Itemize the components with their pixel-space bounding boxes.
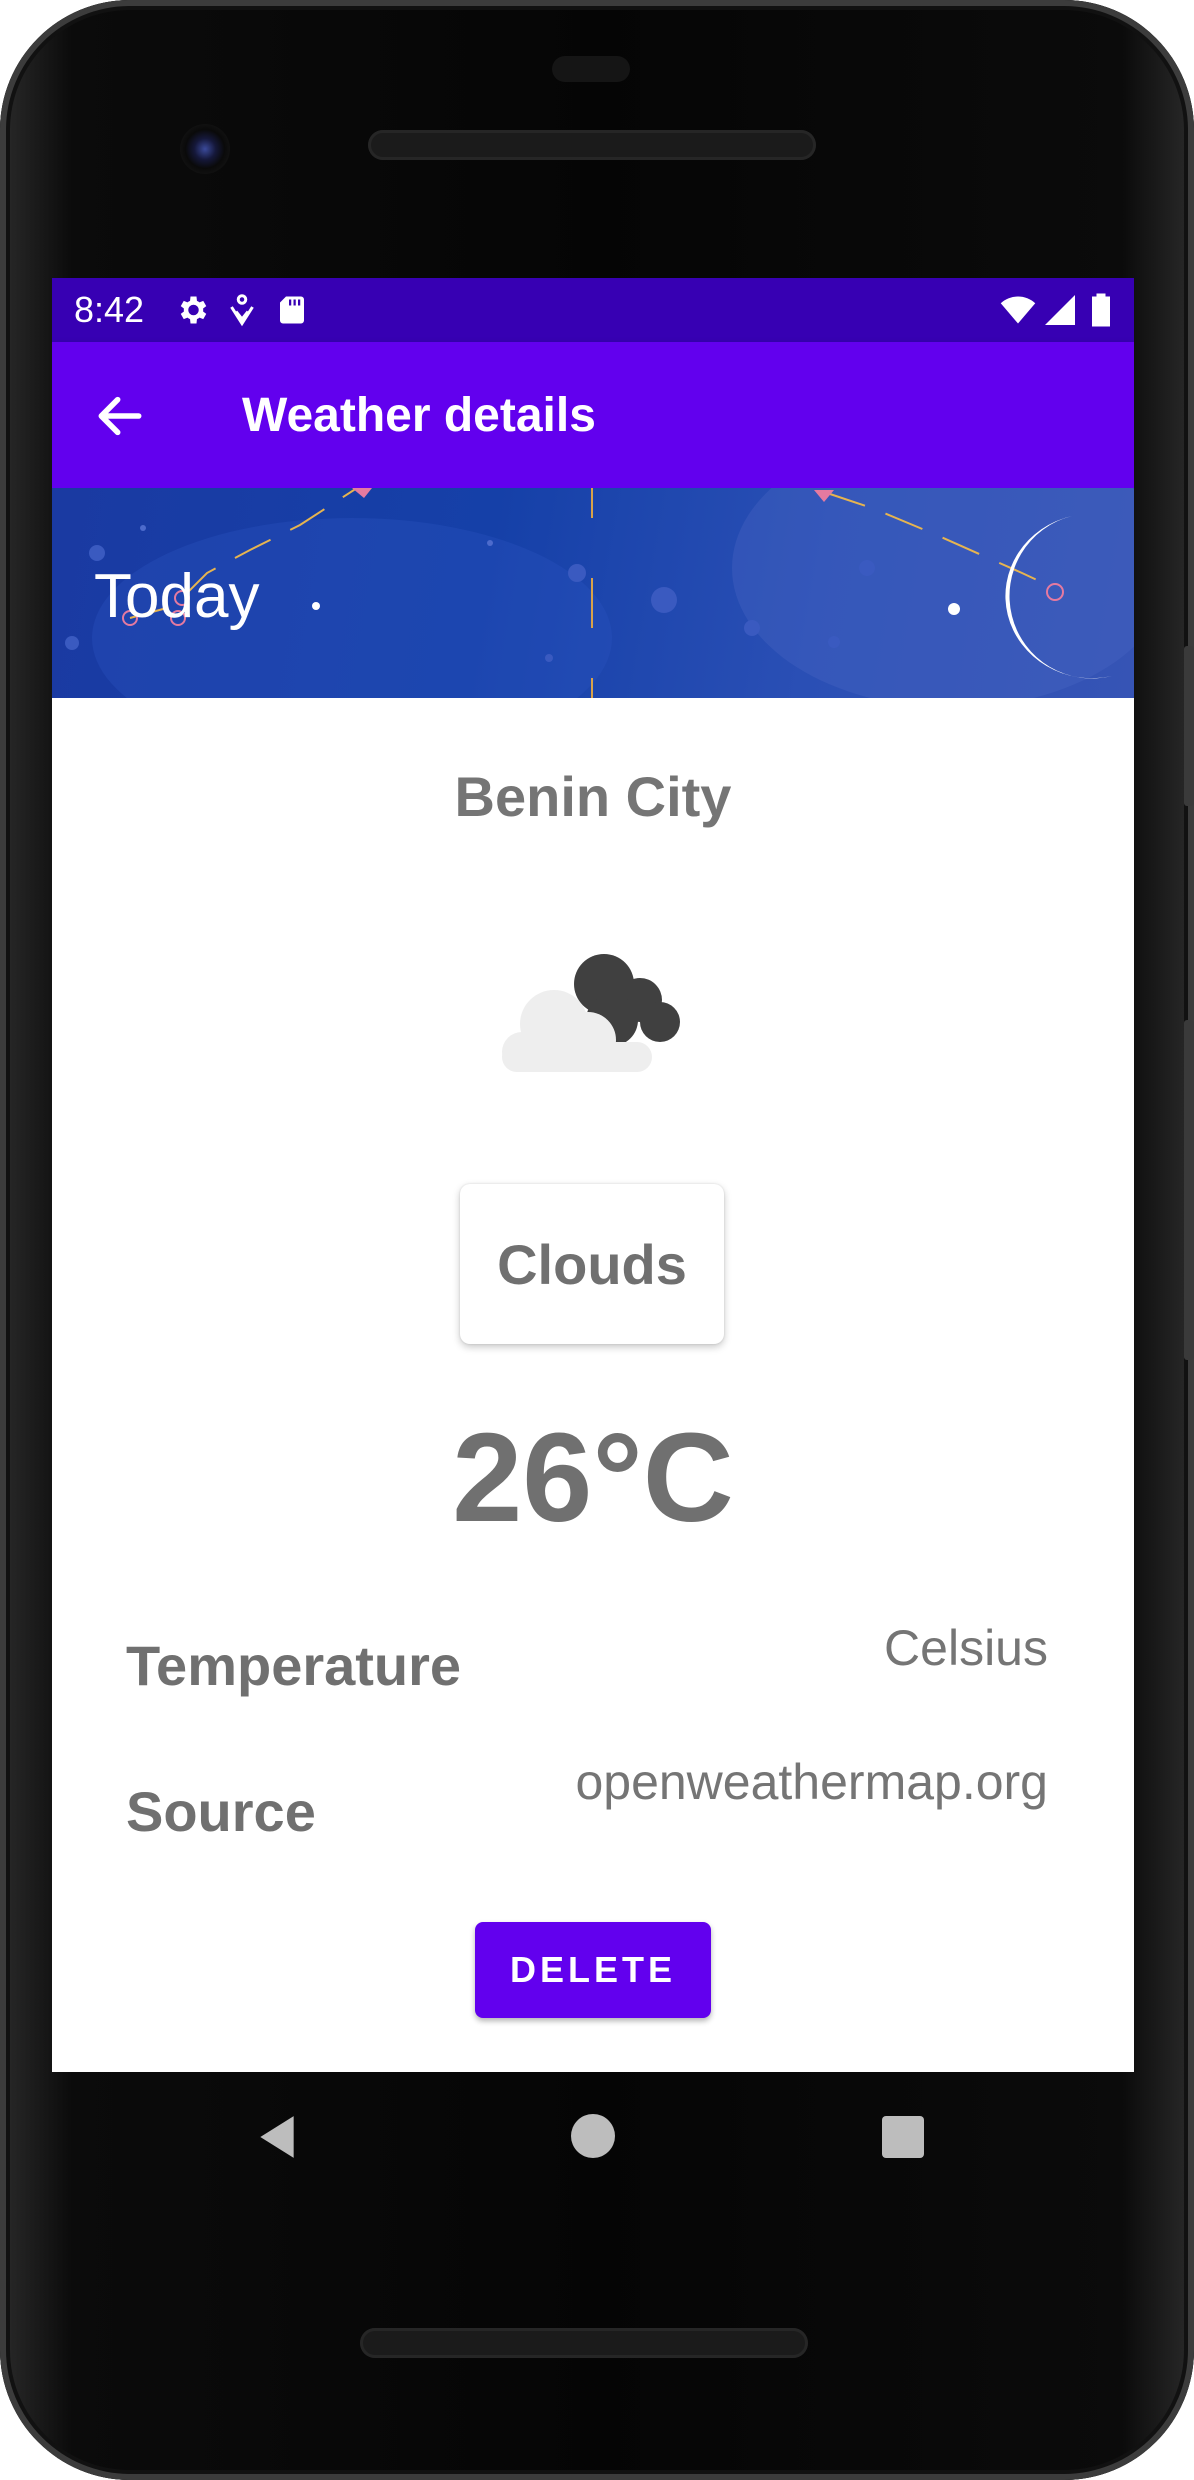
accessibility-icon — [230, 294, 254, 327]
temperature-unit-value: Celsius — [884, 1620, 1048, 1676]
battery-icon — [1092, 293, 1110, 327]
wifi-icon — [1000, 296, 1036, 324]
settings-icon — [180, 296, 207, 324]
system-nav-bar — [52, 2072, 1134, 2202]
status-time: 8:42 — [74, 289, 145, 330]
arrow-back-icon[interactable] — [92, 388, 148, 444]
condition-text: Clouds — [497, 1232, 687, 1296]
page-title: Weather details — [242, 389, 596, 442]
delete-button[interactable]: DELETE — [475, 1922, 711, 2018]
source-label: Source — [126, 1780, 316, 1843]
nav-back-icon[interactable] — [252, 2112, 302, 2162]
nav-home-icon[interactable] — [571, 2114, 615, 2158]
condition-card: Clouds — [460, 1184, 724, 1344]
nav-recents-icon[interactable] — [882, 2116, 924, 2158]
app-bar: Weather details — [52, 342, 1134, 488]
volume-button — [1184, 1020, 1194, 1360]
earpiece-speaker — [368, 130, 816, 160]
status-bar: 8:42 — [52, 278, 1134, 342]
banner-label: Today — [94, 562, 260, 631]
bottom-speaker — [360, 2328, 808, 2358]
signal-icon — [1045, 295, 1075, 325]
top-slot — [552, 56, 630, 82]
city-name: Benin City — [454, 765, 732, 828]
source-value: openweathermap.org — [575, 1754, 1048, 1810]
temperature-unit-label: Temperature — [126, 1634, 462, 1697]
clouds-icon — [502, 954, 680, 1072]
sd-card-icon — [280, 296, 304, 324]
app-screen: 8:42 Weather details Today Benin City Cl… — [52, 278, 1134, 2072]
front-camera — [180, 124, 230, 174]
temperature-value: 26°C — [452, 1407, 734, 1548]
power-button — [1184, 646, 1194, 806]
night-banner: Today — [52, 488, 1134, 698]
